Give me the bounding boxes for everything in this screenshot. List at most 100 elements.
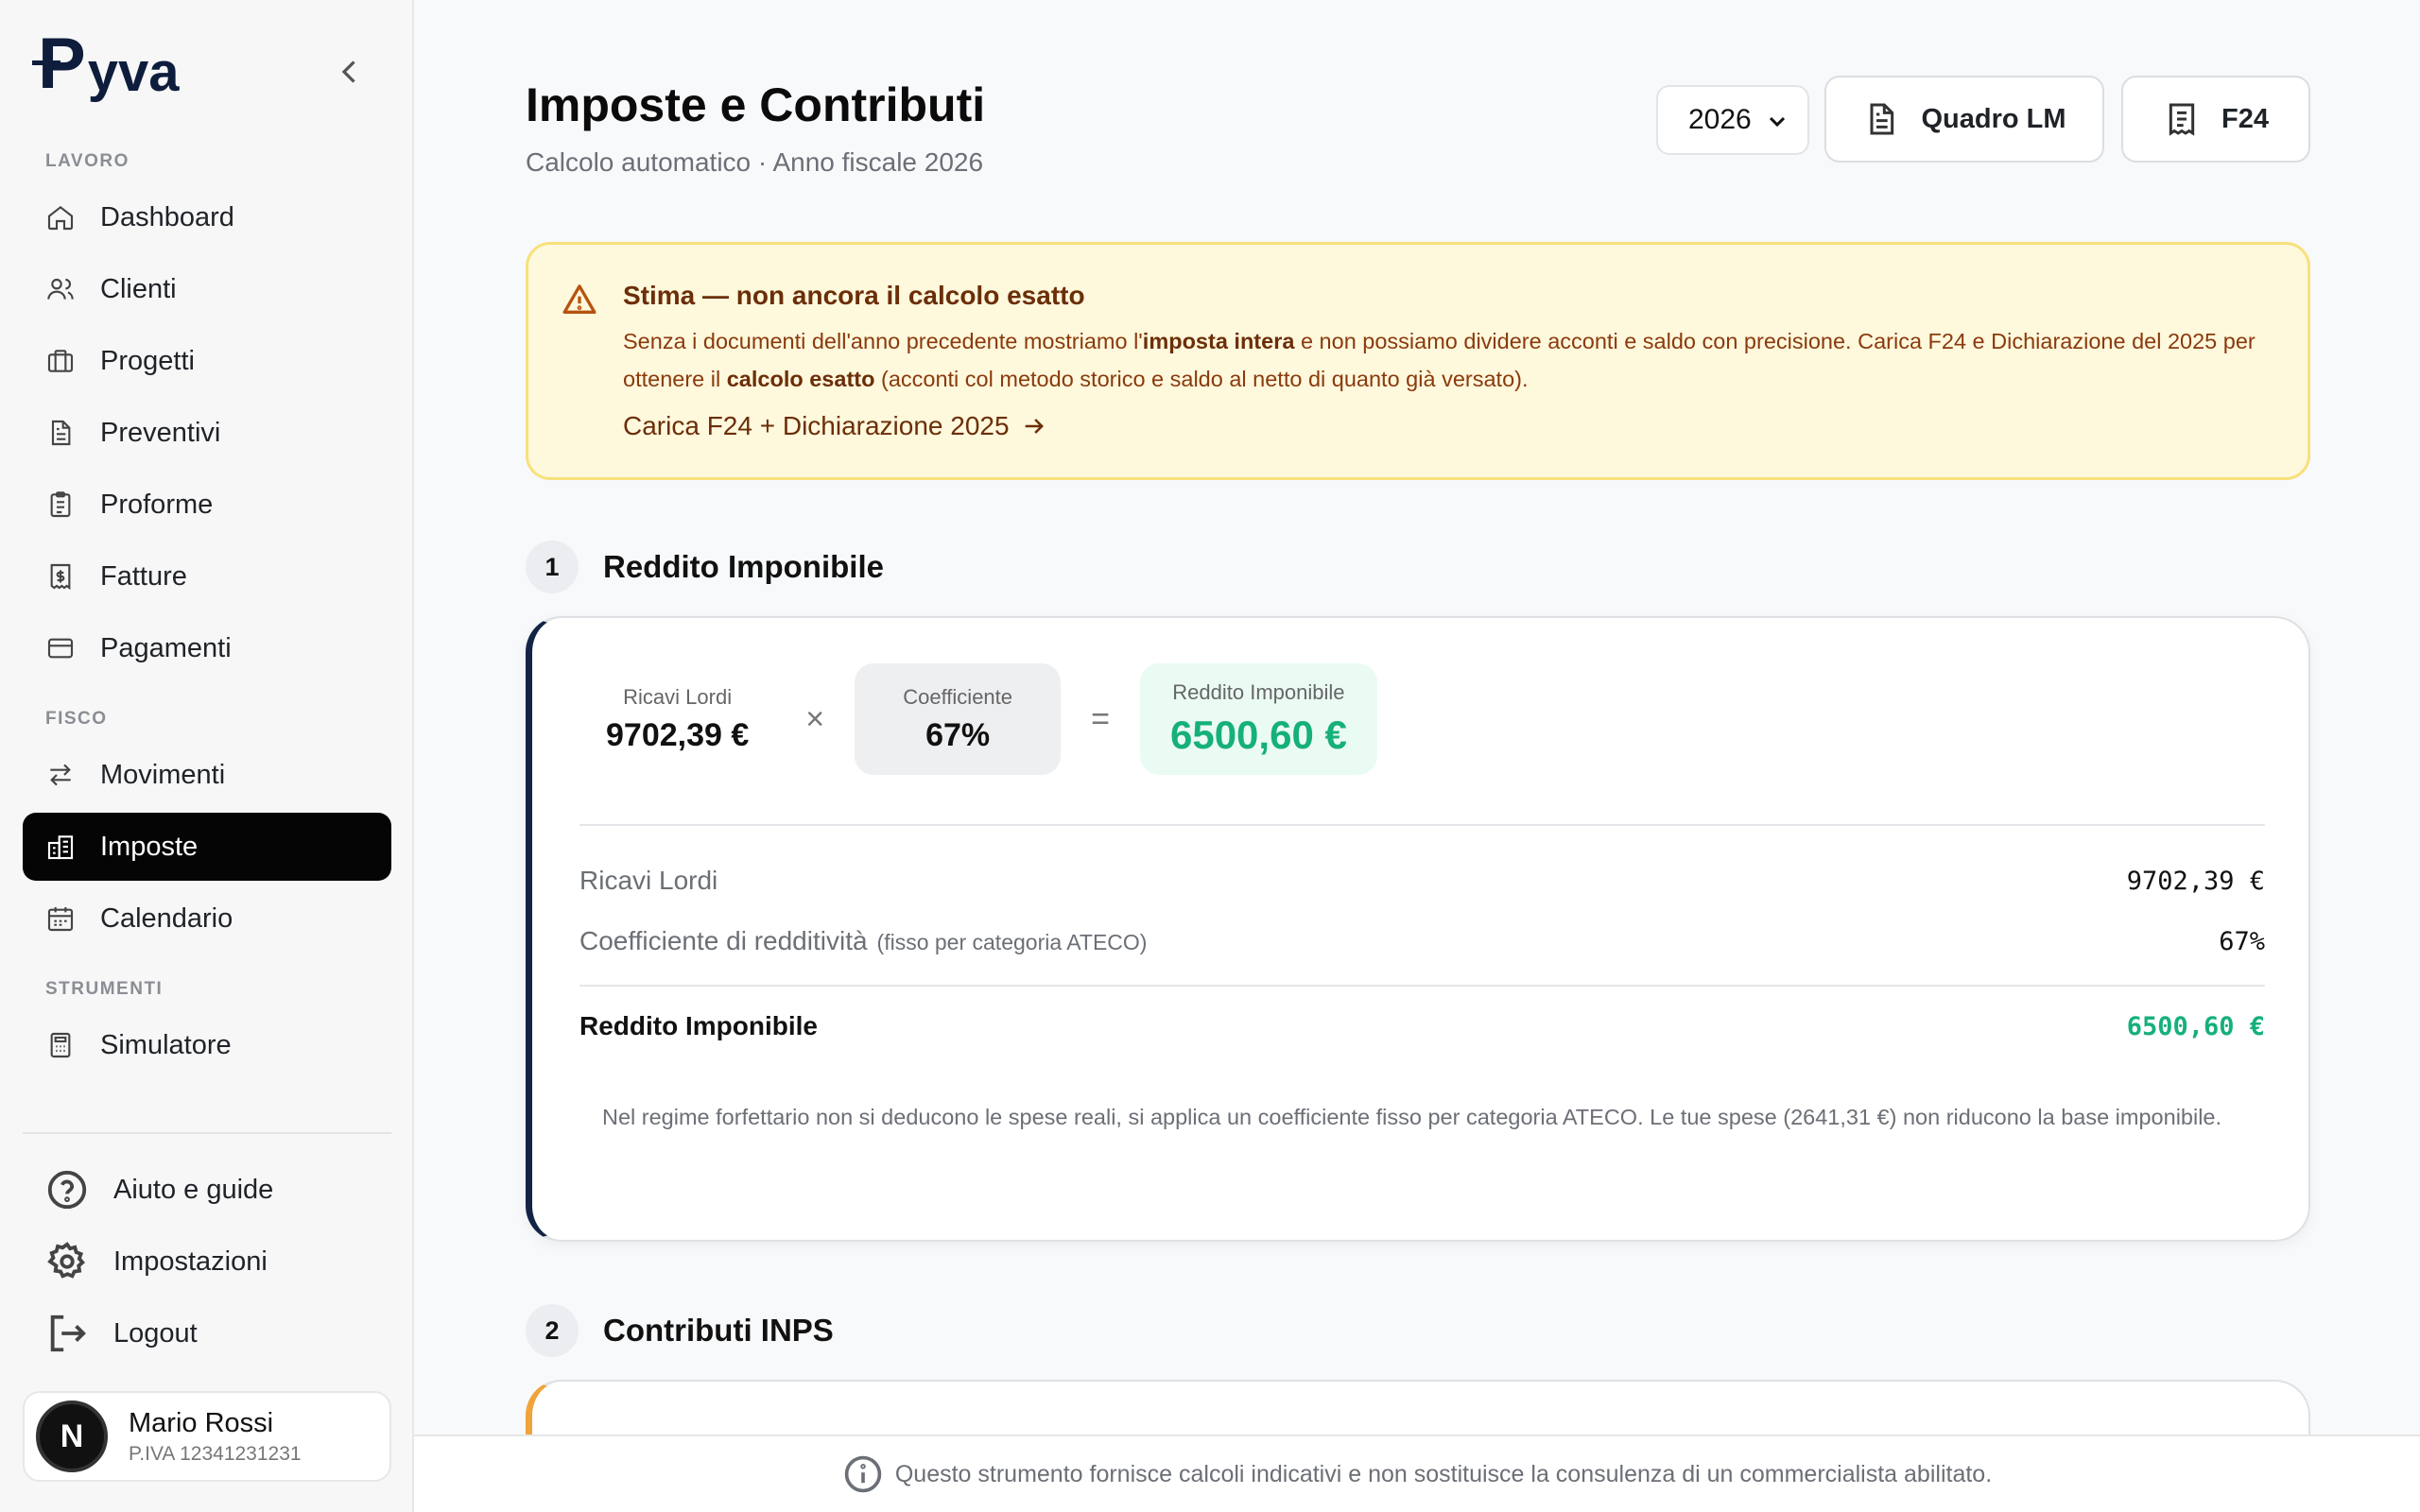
formula-label: Coefficiente: [903, 684, 1013, 709]
logo[interactable]: P yva: [32, 24, 179, 104]
help-icon: [47, 1170, 87, 1210]
sidebar-item-proforme[interactable]: Proforme: [23, 471, 391, 539]
gear-icon: [47, 1242, 85, 1279]
sidebar-item-logout[interactable]: Logout: [45, 1312, 198, 1355]
avatar: N: [36, 1400, 108, 1472]
document-icon: [51, 420, 71, 446]
multiply-operator: ×: [805, 700, 825, 737]
logout-icon: [50, 1314, 86, 1352]
sidebar-item-imposte[interactable]: Imposte: [23, 813, 391, 881]
f24-label: F24: [2221, 103, 2269, 134]
sidebar-item-calendario[interactable]: Calendario: [23, 885, 391, 953]
sidebar-item-movimenti[interactable]: Movimenti: [23, 741, 391, 809]
disclaimer-footer: Questo strumento fornisce calcoli indica…: [414, 1435, 2420, 1512]
clipboard-icon: [50, 491, 71, 518]
card-divider: [579, 985, 2265, 987]
step-header-inps: 2 Contributi INPS: [526, 1304, 834, 1357]
invoice-icon: [50, 563, 71, 591]
warning-icon: [562, 284, 596, 314]
sidebar-item-label: Calendario: [100, 902, 233, 934]
formula-result: Reddito Imponibile 6500,60 €: [1139, 663, 1377, 775]
year-select-value: 2026: [1688, 104, 1752, 135]
sidebar-item-label: Imposte: [100, 831, 199, 862]
sidebar: P yva LAVORO Dashboard Clienti Progetti …: [0, 0, 414, 1512]
logo-mark: P: [32, 24, 86, 104]
estimate-alert: Stima — non ancora il calcolo esatto Sen…: [526, 242, 2310, 480]
sidebar-item-fatture[interactable]: Fatture: [23, 542, 391, 610]
reddito-imponibile-card: Ricavi Lordi 9702,39 € × Coefficiente 67…: [526, 616, 2310, 1242]
sidebar-item-simulatore[interactable]: Simulatore: [23, 1011, 391, 1079]
upload-documents-link[interactable]: Carica F24 + Dichiarazione 2025: [623, 411, 1047, 441]
sidebar-item-progetti[interactable]: Progetti: [23, 327, 391, 395]
row-coefficiente: Coefficiente di redditività (fisso per ca…: [579, 926, 2265, 956]
formula-label: Reddito Imponibile: [1172, 680, 1345, 704]
page-title: Imposte e Contributi: [526, 78, 986, 131]
sidebar-item-label: Movimenti: [100, 759, 226, 790]
step-number: 2: [526, 1304, 579, 1357]
sidebar-divider: [23, 1132, 391, 1134]
info-icon: [844, 1455, 882, 1493]
disclaimer-text: Questo strumento fornisce calcoli indica…: [894, 1460, 1993, 1487]
user-name: Mario Rossi: [129, 1407, 274, 1438]
sidebar-item-label: Proforme: [100, 489, 214, 520]
alert-bold: imposta intera: [1142, 329, 1295, 353]
sidebar-item-dashboard[interactable]: Dashboard: [23, 183, 391, 251]
sidebar-item-pagamenti[interactable]: Pagamenti: [23, 614, 391, 682]
formula-value: 9702,39 €: [606, 716, 750, 753]
sidebar-item-preventivi[interactable]: Preventivi: [23, 399, 391, 467]
f24-button[interactable]: F24: [2121, 76, 2310, 163]
calendar-icon: [47, 907, 74, 932]
row-value: 9702,39 €: [2126, 866, 2265, 896]
card-icon: [47, 638, 74, 659]
chevron-down-icon: [1769, 116, 1786, 128]
quadro-lm-button[interactable]: Quadro LM: [1824, 76, 2104, 163]
row-value: 6500,60 €: [2126, 1011, 2265, 1041]
alert-bold: calcolo esatto: [726, 367, 875, 391]
formula-value: 6500,60 €: [1169, 713, 1347, 757]
section-label-lavoro: LAVORO: [45, 151, 130, 171]
sidebar-item-label: Fatture: [100, 560, 187, 592]
sidebar-item-help[interactable]: Aiuto e guide: [45, 1168, 273, 1211]
arrows-icon: [50, 764, 71, 786]
sidebar-item-label: Dashboard: [100, 201, 234, 232]
home-icon: [47, 205, 74, 231]
step-title: Contributi INPS: [603, 1313, 834, 1348]
building-icon: [47, 835, 74, 860]
sidebar-item-settings[interactable]: Impostazioni: [45, 1240, 268, 1283]
arrow-right-icon: [1025, 419, 1044, 434]
sidebar-item-label: Impostazioni: [113, 1246, 268, 1277]
alert-body: Senza i documenti dell'anno precedente m…: [623, 322, 2287, 398]
document-icon: [1870, 103, 1894, 135]
forfettario-note: Nel regime forfettario non si deducono l…: [602, 1105, 2222, 1129]
section-label-strumenti: STRUMENTI: [45, 979, 164, 999]
row-value: 67%: [2219, 926, 2265, 956]
step-header-reddito: 1 Reddito Imponibile: [526, 541, 884, 593]
calculator-icon: [50, 1032, 71, 1058]
upload-documents-label: Carica F24 + Dichiarazione 2025: [623, 411, 1010, 440]
step-title: Reddito Imponibile: [603, 549, 884, 584]
formula-coefficiente: Coefficiente 67%: [855, 663, 1062, 775]
step-number: 1: [526, 541, 579, 593]
chevron-left-icon[interactable]: [333, 55, 367, 89]
formula-ricavi: Ricavi Lordi 9702,39 €: [579, 663, 775, 775]
year-select[interactable]: 2026: [1656, 85, 1809, 155]
alert-title: Stima — non ancora il calcolo esatto: [623, 281, 1085, 310]
user-card[interactable]: N Mario Rossi P.IVA 12341231231: [23, 1391, 391, 1482]
row-reddito-imponibile: Reddito Imponibile 6500,60 €: [579, 1011, 2265, 1041]
row-label-text: Coefficiente di redditività: [579, 926, 868, 955]
row-hint: (fisso per categoria ATECO): [876, 930, 1148, 954]
formula-label: Ricavi Lordi: [623, 684, 733, 709]
row-label: Reddito Imponibile: [579, 1011, 818, 1040]
users-icon: [47, 278, 74, 300]
alert-text: Senza i documenti dell'anno precedente m…: [623, 329, 1143, 353]
page-subtitle: Calcolo automatico · Anno fiscale 2026: [526, 147, 984, 177]
receipt-icon: [2169, 103, 2195, 136]
row-label: Ricavi Lordi: [579, 866, 718, 895]
section-label-fisco: FISCO: [45, 709, 108, 729]
sidebar-item-label: Aiuto e guide: [113, 1174, 274, 1205]
card-divider: [579, 824, 2265, 826]
sidebar-item-clienti[interactable]: Clienti: [23, 255, 391, 323]
sidebar-item-label: Clienti: [100, 273, 177, 304]
quadro-lm-label: Quadro LM: [1921, 103, 2066, 134]
row-ricavi-lordi: Ricavi Lordi 9702,39 €: [579, 866, 2265, 896]
